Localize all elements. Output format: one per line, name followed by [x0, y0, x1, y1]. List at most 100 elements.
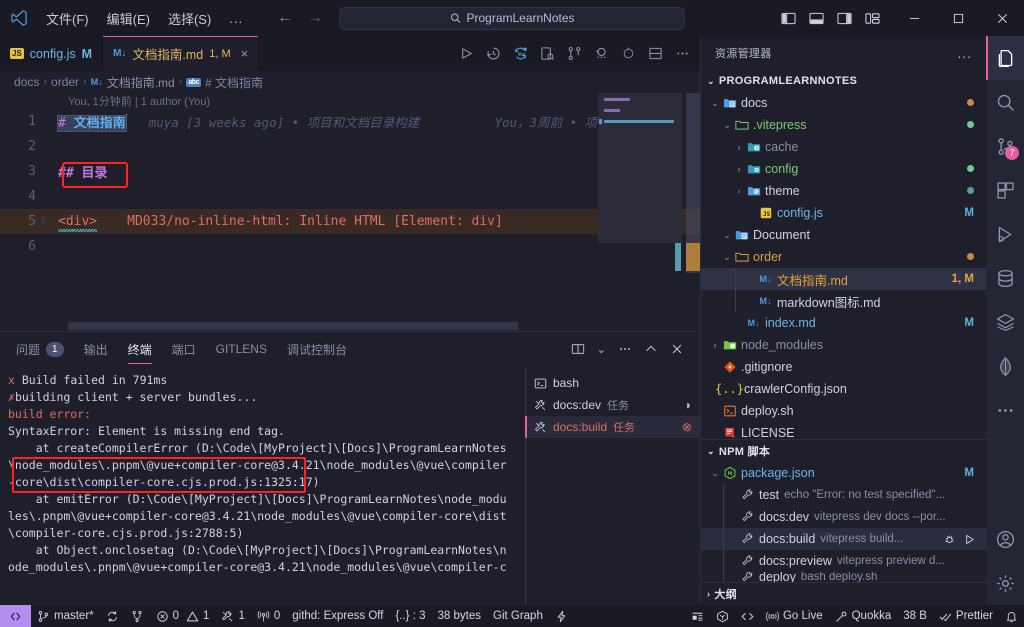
npm-script-docs-build[interactable]: docs:build vitepress build...: [701, 528, 986, 550]
chevron-down-icon[interactable]: ⌄: [721, 230, 733, 241]
terminal-output[interactable]: x x Build failed in 791msBuild failed in…: [0, 366, 525, 605]
toggle-secondary-sidebar-icon[interactable]: [837, 11, 852, 26]
tree-item-index-md[interactable]: M↓ index.md M: [701, 312, 986, 334]
chevron-down-icon[interactable]: ⌄: [597, 343, 606, 356]
tree-item-document[interactable]: ⌄ Document: [701, 224, 986, 246]
menu-select[interactable]: 选择(S): [160, 6, 219, 31]
toggle-primary-sidebar-icon[interactable]: [781, 11, 796, 26]
editor-horizontal-scrollbar[interactable]: [0, 321, 632, 331]
compare-changes-icon[interactable]: [567, 46, 582, 61]
split-editor-icon[interactable]: [648, 46, 663, 61]
breadcrumb-symbol[interactable]: abc # 文档指南: [186, 74, 263, 91]
tab-gitlens[interactable]: GITLENS: [216, 332, 267, 366]
split-terminal-icon[interactable]: [571, 342, 585, 356]
open-preview-icon[interactable]: [540, 46, 555, 61]
tab-debug-console[interactable]: 调试控制台: [287, 332, 347, 366]
npm-item-package-json[interactable]: ⌄ package.json M: [701, 462, 986, 484]
tree-item-wendangzhinan-md[interactable]: M↓ 文档指南.md 1, M: [701, 268, 986, 291]
activity-database[interactable]: [986, 256, 1024, 300]
window-maximize-button[interactable]: [936, 0, 980, 36]
tree-item-license[interactable]: LICENSE: [701, 422, 986, 439]
menu-file[interactable]: 文件(F): [38, 6, 97, 31]
menu-edit[interactable]: 编辑(E): [99, 6, 158, 31]
activity-run-and-debug[interactable]: [986, 212, 1024, 256]
status-githd[interactable]: githd: Express Off: [286, 605, 389, 627]
status-go-live[interactable]: Go Live: [760, 605, 829, 627]
tree-item-cache[interactable]: › cache: [701, 136, 986, 158]
command-center[interactable]: ProgramLearnNotes: [339, 6, 685, 30]
status-json-indent[interactable]: {..} : 3: [389, 605, 431, 627]
maximize-panel-icon[interactable]: [644, 342, 658, 356]
activity-accounts[interactable]: [986, 517, 1024, 561]
terminal-list-item-docs-build[interactable]: docs:build 任务 ⊗: [525, 416, 700, 438]
npm-script-test[interactable]: test echo "Error: no test specified"...: [701, 484, 986, 506]
npm-script-docs-preview[interactable]: docs:preview vitepress preview d...: [701, 550, 986, 572]
outline-header[interactable]: › 大纲: [701, 583, 986, 605]
status-notifications[interactable]: [999, 605, 1024, 627]
run-icon[interactable]: [459, 46, 474, 61]
tab-output[interactable]: 输出: [84, 332, 108, 366]
more-actions-icon[interactable]: [675, 46, 690, 61]
status-code-brackets[interactable]: [735, 605, 760, 627]
npm-scripts-header[interactable]: ⌄ NPM 脚本: [701, 440, 986, 462]
debug-script-icon[interactable]: [943, 533, 956, 546]
toggle-panel-icon[interactable]: [809, 11, 824, 26]
window-minimize-button[interactable]: [892, 0, 936, 36]
tree-item-deploy-sh[interactable]: deploy.sh: [701, 400, 986, 422]
activity-search[interactable]: [986, 80, 1024, 124]
sidebar-more-actions-icon[interactable]: ...: [957, 45, 980, 61]
tree-item-docs[interactable]: ⌄ docs: [701, 92, 986, 114]
status-filesize-bytes[interactable]: 38 B: [897, 605, 933, 627]
npm-script-deploy[interactable]: deploy bash deploy.sh: [701, 572, 986, 582]
chevron-right-icon[interactable]: ›: [733, 186, 745, 196]
breadcrumb-order[interactable]: order: [51, 75, 79, 89]
run-script-icon[interactable]: [963, 533, 976, 546]
tree-item-config-js[interactable]: JS config.js M: [701, 202, 986, 224]
tree-item-markdown-icon-md[interactable]: M↓ markdown图标.md: [701, 290, 986, 313]
activity-source-control[interactable]: 7: [986, 124, 1024, 168]
chevron-right-icon[interactable]: ›: [709, 340, 721, 350]
tab-wendangzhinan-md[interactable]: M↓ 文档指南.md 1, M ×: [103, 36, 260, 71]
breadcrumb-file[interactable]: M↓ 文档指南.md: [91, 74, 175, 91]
editor-minimap[interactable]: [598, 93, 682, 331]
activity-explorer[interactable]: [986, 36, 1024, 80]
chevron-down-icon[interactable]: ⌄: [709, 98, 721, 109]
tree-item-vitepress[interactable]: ⌄ .vitepress: [701, 114, 986, 136]
go-forward-icon[interactable]: →: [307, 9, 323, 27]
tab-problems[interactable]: 问题 1: [16, 332, 64, 366]
remote-window-indicator[interactable]: [0, 605, 31, 627]
status-git-graph-branch[interactable]: [125, 605, 150, 627]
chevron-right-icon[interactable]: ›: [733, 142, 745, 152]
close-panel-icon[interactable]: [670, 342, 684, 356]
sync-preview-icon[interactable]: abc: [513, 46, 528, 61]
tree-item-node-modules[interactable]: › node_modules: [701, 334, 986, 356]
status-branch[interactable]: master*: [31, 605, 100, 627]
status-quokka[interactable]: Quokka: [829, 605, 898, 627]
status-problems[interactable]: 0 1: [150, 605, 216, 627]
status-zap[interactable]: [549, 605, 574, 627]
more-actions-icon[interactable]: [618, 342, 632, 356]
tab-terminal[interactable]: 终端: [127, 332, 152, 366]
window-close-button[interactable]: [980, 0, 1024, 36]
npm-script-docs-dev[interactable]: docs:dev vitepress dev docs --por...: [701, 506, 986, 528]
activity-extensions[interactable]: [986, 168, 1024, 212]
scrollbar-thumb[interactable]: [68, 322, 518, 330]
terminal-list-item-bash[interactable]: bash: [526, 372, 700, 394]
tree-item-order[interactable]: ⌄ order: [701, 246, 986, 268]
status-tasks[interactable]: 1: [215, 605, 250, 627]
activity-mongodb[interactable]: [986, 344, 1024, 388]
tree-item-config[interactable]: › config: [701, 158, 986, 180]
menu-more[interactable]: ...: [221, 8, 251, 29]
editor-vertical-scrollbar[interactable]: [682, 93, 700, 331]
status-git-graph[interactable]: Git Graph: [487, 605, 549, 627]
blame-icon[interactable]: [594, 46, 609, 61]
tab-config-js[interactable]: JS config.js M: [0, 36, 104, 71]
tab-ports[interactable]: 端口: [172, 332, 196, 366]
chevron-down-icon[interactable]: ⌄: [721, 252, 733, 263]
circle-icon[interactable]: [621, 46, 636, 61]
terminal-list-item-docs-dev[interactable]: docs:dev 任务 ◗: [526, 394, 700, 416]
status-tabnine[interactable]: [710, 605, 735, 627]
status-indent-tool[interactable]: [685, 605, 710, 627]
chevron-down-icon[interactable]: ⌄: [709, 468, 721, 479]
go-back-icon[interactable]: ←: [277, 9, 293, 27]
